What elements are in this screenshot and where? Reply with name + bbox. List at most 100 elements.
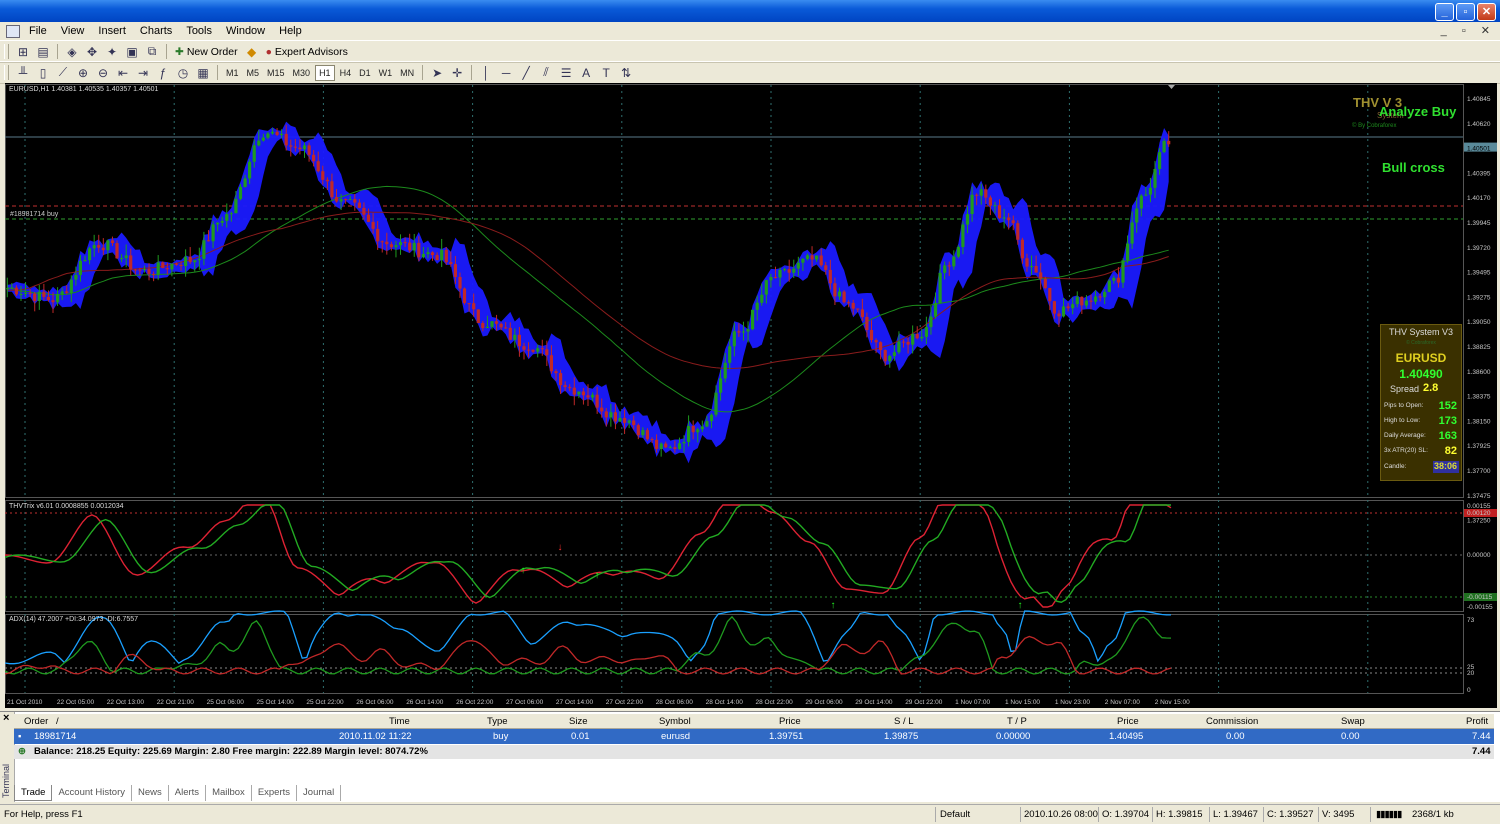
menu-insert[interactable]: Insert xyxy=(91,25,133,37)
minimize-button[interactable]: _ xyxy=(1435,3,1454,21)
timeframe-mn[interactable]: MN xyxy=(397,66,417,80)
candle xyxy=(728,346,732,363)
timeframe-m1[interactable]: M1 xyxy=(223,66,242,80)
time-axis-label: 28 Oct 06:00 xyxy=(656,699,694,706)
candle xyxy=(540,348,544,350)
crosshair-icon[interactable]: ✛ xyxy=(448,65,466,81)
candle xyxy=(933,302,938,317)
candle xyxy=(449,262,453,264)
candle xyxy=(325,179,329,182)
col-price[interactable]: Price xyxy=(779,716,801,727)
text-icon[interactable]: A xyxy=(577,65,595,81)
tab-news[interactable]: News xyxy=(132,785,169,801)
menu-tools[interactable]: Tools xyxy=(179,25,219,37)
expert-advisors-button[interactable]: ● Expert Advisors xyxy=(262,46,352,58)
tab-alerts[interactable]: Alerts xyxy=(169,785,207,801)
text-label-icon[interactable]: T xyxy=(597,65,615,81)
navigator-icon[interactable]: ✦ xyxy=(103,44,121,60)
status-open: O: 1.39704 xyxy=(1102,809,1150,820)
market-watch-icon[interactable]: ◈ xyxy=(63,44,81,60)
chart-shift-icon[interactable]: ⇥ xyxy=(134,65,152,81)
tab-trade[interactable]: Trade xyxy=(14,785,53,801)
candle xyxy=(504,327,508,329)
arrows-icon[interactable]: ⇅ xyxy=(617,65,635,81)
tab-mailbox[interactable]: Mailbox xyxy=(206,785,252,801)
col-current-price[interactable]: Price xyxy=(1117,716,1139,727)
metaeditor-icon[interactable]: ◆ xyxy=(243,44,261,60)
table-row[interactable]: ▪ 18981714 2010.11.02 11:22 buy 0.01 eur… xyxy=(14,729,1494,744)
timeframe-d1[interactable]: D1 xyxy=(356,66,374,80)
col-size[interactable]: Size xyxy=(569,716,587,727)
candlestick-icon[interactable]: ▯ xyxy=(34,65,52,81)
close-button[interactable]: ✕ xyxy=(1477,3,1496,21)
autoscroll-icon[interactable]: ⇤ xyxy=(114,65,132,81)
col-sl[interactable]: S / L xyxy=(894,716,914,727)
maximize-button[interactable]: ▫ xyxy=(1456,3,1475,21)
fibonacci-icon[interactable]: ☰ xyxy=(557,65,575,81)
timeframe-h1[interactable]: H1 xyxy=(315,64,335,81)
col-commission[interactable]: Commission xyxy=(1206,716,1258,727)
col-type[interactable]: Type xyxy=(487,716,508,727)
tester-icon[interactable]: ⧉ xyxy=(143,44,161,60)
window-titlebar[interactable]: _ ▫ ✕ xyxy=(0,0,1500,22)
menu-file[interactable]: File xyxy=(22,25,54,37)
col-profit[interactable]: Profit xyxy=(1466,716,1488,727)
data-window-icon[interactable]: ✥ xyxy=(83,44,101,60)
col-order[interactable]: Order xyxy=(24,716,48,727)
horizontal-line-icon[interactable]: ─ xyxy=(497,65,515,81)
tab-journal[interactable]: Journal xyxy=(297,785,342,801)
chart-window[interactable]: 1.40845 1.40620 1.40501 1.40395 1.40170 1.399… xyxy=(5,83,1497,708)
cursor-icon[interactable]: ➤ xyxy=(428,65,446,81)
timeframe-m15[interactable]: M15 xyxy=(264,66,288,80)
menu-help[interactable]: Help xyxy=(272,25,309,37)
timeframe-h4[interactable]: H4 xyxy=(337,66,355,80)
oscillator-pane-frame xyxy=(5,500,1464,612)
adx-axis-label: 0 xyxy=(1467,687,1471,694)
toolbar-grip[interactable] xyxy=(4,65,9,80)
new-order-button[interactable]: ✚ New Order xyxy=(171,46,242,58)
new-chart-icon[interactable]: ⊞ xyxy=(14,44,32,60)
timeframe-m5[interactable]: M5 xyxy=(244,66,263,80)
candle xyxy=(988,197,992,206)
col-tp[interactable]: T / P xyxy=(1007,716,1027,727)
vertical-line-icon[interactable]: │ xyxy=(477,65,495,81)
bar-chart-icon[interactable]: ╨ xyxy=(14,65,32,81)
candle xyxy=(993,205,997,207)
indicators-icon[interactable]: ƒ xyxy=(154,65,172,81)
line-chart-icon[interactable]: ⟋ xyxy=(54,65,72,81)
order-icon: ▪ xyxy=(18,731,22,742)
candle xyxy=(120,258,124,260)
candle xyxy=(641,430,645,436)
status-profile[interactable]: Default xyxy=(940,809,970,820)
candle xyxy=(581,391,585,396)
tab-account-history[interactable]: Account History xyxy=(52,785,132,801)
candle xyxy=(1080,296,1084,306)
col-swap[interactable]: Swap xyxy=(1341,716,1365,727)
candle xyxy=(170,263,174,270)
col-symbol[interactable]: Symbol xyxy=(659,716,691,727)
menu-view[interactable]: View xyxy=(54,25,92,37)
terminal-icon[interactable]: ▣ xyxy=(123,44,141,60)
col-time[interactable]: Time xyxy=(389,716,410,727)
main-pane-frame xyxy=(5,84,1464,498)
profiles-icon[interactable]: ▤ xyxy=(34,44,52,60)
mdi-controls[interactable]: _ ▫ ✕ xyxy=(1441,24,1496,37)
channel-icon[interactable]: ⫽ xyxy=(537,65,555,81)
candle xyxy=(508,327,512,340)
templates-icon[interactable]: ▦ xyxy=(194,65,212,81)
candle xyxy=(572,387,576,395)
tab-experts[interactable]: Experts xyxy=(252,785,298,801)
toolbar-grip[interactable] xyxy=(4,44,9,59)
menu-window[interactable]: Window xyxy=(219,25,272,37)
timeframe-w1[interactable]: W1 xyxy=(376,66,396,80)
trendline-icon[interactable]: ╱ xyxy=(517,65,535,81)
menu-charts[interactable]: Charts xyxy=(133,25,179,37)
zoom-in-icon[interactable]: ⊕ xyxy=(74,65,92,81)
periods-icon[interactable]: ◷ xyxy=(174,65,192,81)
candle xyxy=(440,249,444,261)
chart-canvas[interactable]: 1.40845 1.40620 1.40501 1.40395 1.40170 1.399… xyxy=(5,83,1497,708)
candle xyxy=(805,255,810,259)
zoom-out-icon[interactable]: ⊖ xyxy=(94,65,112,81)
terminal-close-icon[interactable]: × xyxy=(3,712,9,724)
timeframe-m30[interactable]: M30 xyxy=(290,66,314,80)
